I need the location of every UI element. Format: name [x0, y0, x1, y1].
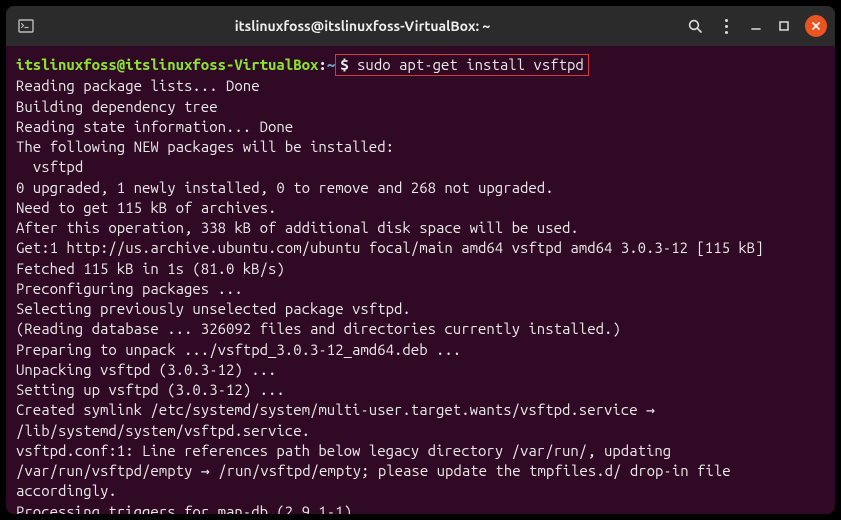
menu-button[interactable] — [717, 17, 735, 35]
terminal-app-icon — [18, 18, 34, 34]
output-line: Building dependency tree — [16, 97, 825, 117]
maximize-button[interactable] — [777, 19, 791, 33]
output-line: Preparing to unpack .../vsftpd_3.0.3-12_… — [16, 340, 825, 360]
output-line: Created symlink /etc/systemd/system/mult… — [16, 400, 825, 441]
output-line: After this operation, 338 kB of addition… — [16, 218, 825, 238]
output-line: Need to get 115 kB of archives. — [16, 198, 825, 218]
output-line: Reading state information... Done — [16, 117, 825, 137]
output-line: vsftpd — [16, 157, 825, 177]
titlebar: itslinuxfoss@itslinuxfoss-VirtualBox: ~ — [6, 6, 835, 46]
output-line: Get:1 http://us.archive.ubuntu.com/ubunt… — [16, 238, 825, 258]
minimize-button[interactable] — [749, 19, 763, 33]
command-text: sudo apt-get install vsftpd — [357, 56, 584, 73]
output-line: vsftpd.conf:1: Line references path belo… — [16, 441, 825, 502]
output-line: Unpacking vsftpd (3.0.3-12) ... — [16, 360, 825, 380]
terminal-body[interactable]: itslinuxfoss@itslinuxfoss-VirtualBox:~$ … — [6, 46, 835, 514]
output-line: Preconfiguring packages ... — [16, 279, 825, 299]
output-line: Processing triggers for man-db (2.9.1-1)… — [16, 502, 825, 515]
prompt-userhost: itslinuxfoss@itslinuxfoss-VirtualBox — [16, 56, 318, 73]
prompt-dollar: $ — [340, 56, 348, 73]
command-highlight-box: $ sudo apt-get install vsftpd — [335, 54, 589, 76]
window-title: itslinuxfoss@itslinuxfoss-VirtualBox: ~ — [46, 18, 679, 34]
terminal-window: itslinuxfoss@itslinuxfoss-VirtualBox: ~ … — [6, 6, 835, 514]
close-button[interactable] — [805, 15, 827, 37]
search-button[interactable] — [687, 18, 703, 34]
output-line: 0 upgraded, 1 newly installed, 0 to remo… — [16, 178, 825, 198]
prompt-path: ~ — [327, 56, 335, 73]
output-line: (Reading database ... 326092 files and d… — [16, 319, 825, 339]
output-line: Selecting previously unselected package … — [16, 299, 825, 319]
output-line: The following NEW packages will be insta… — [16, 137, 825, 157]
output-line: Reading package lists... Done — [16, 76, 825, 96]
prompt-line: itslinuxfoss@itslinuxfoss-VirtualBox:~$ … — [16, 54, 825, 76]
output-line: Fetched 115 kB in 1s (81.0 kB/s) — [16, 259, 825, 279]
prompt-colon: : — [318, 56, 326, 73]
output-line: Setting up vsftpd (3.0.3-12) ... — [16, 380, 825, 400]
